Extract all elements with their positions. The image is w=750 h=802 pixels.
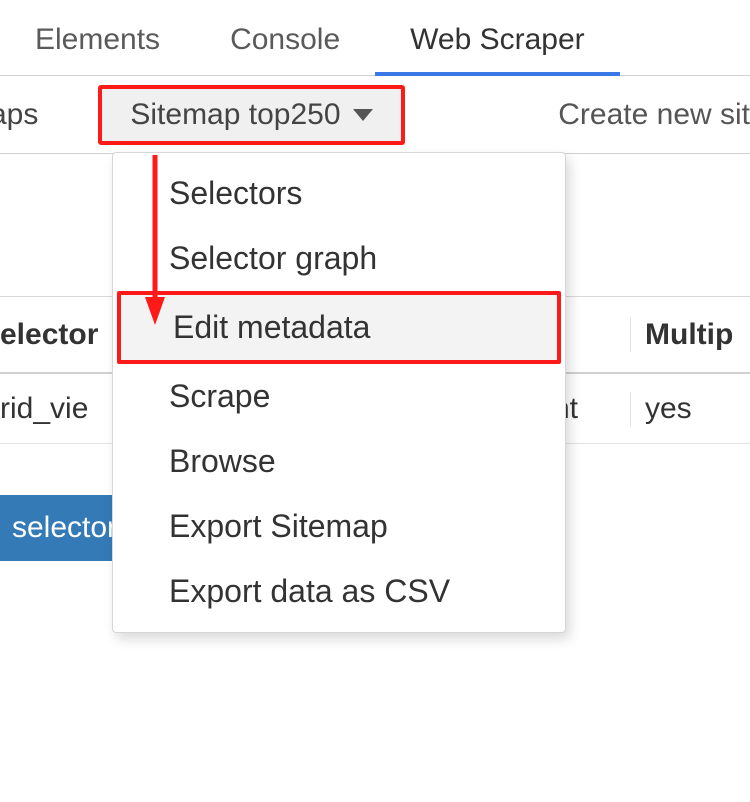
sitemap-dropdown-button[interactable]: Sitemap top250 xyxy=(98,85,404,145)
col-selector-header: elector xyxy=(0,318,120,352)
devtools-tab-row: Elements Console Web Scraper xyxy=(0,0,750,76)
cell-multiple: yes xyxy=(630,392,750,426)
dropdown-item-browse[interactable]: Browse xyxy=(113,429,565,494)
tab-elements[interactable]: Elements xyxy=(0,23,195,75)
cell-selector: rid_vie xyxy=(0,392,120,426)
dropdown-item-edit-metadata[interactable]: Edit metadata xyxy=(117,291,561,364)
dropdown-item-selectors[interactable]: Selectors xyxy=(113,161,565,226)
sitemaps-link[interactable]: aps xyxy=(0,76,58,153)
dropdown-item-selector-graph[interactable]: Selector graph xyxy=(113,226,565,291)
tab-console[interactable]: Console xyxy=(195,23,375,75)
sitemap-toolbar: aps Sitemap top250 Create new sit xyxy=(0,76,750,154)
caret-down-icon xyxy=(353,109,373,121)
sitemap-dropdown-label: Sitemap top250 xyxy=(130,98,340,132)
dropdown-item-scrape[interactable]: Scrape xyxy=(113,364,565,429)
tab-web-scraper[interactable]: Web Scraper xyxy=(375,23,620,75)
create-new-sitemap-link[interactable]: Create new sit xyxy=(538,76,750,153)
dropdown-item-export-sitemap[interactable]: Export Sitemap xyxy=(113,494,565,559)
dropdown-item-export-csv[interactable]: Export data as CSV xyxy=(113,559,565,624)
sitemap-dropdown-menu: Selectors Selector graph Edit metadata S… xyxy=(112,152,566,633)
col-multiple-header: Multip xyxy=(630,318,750,352)
